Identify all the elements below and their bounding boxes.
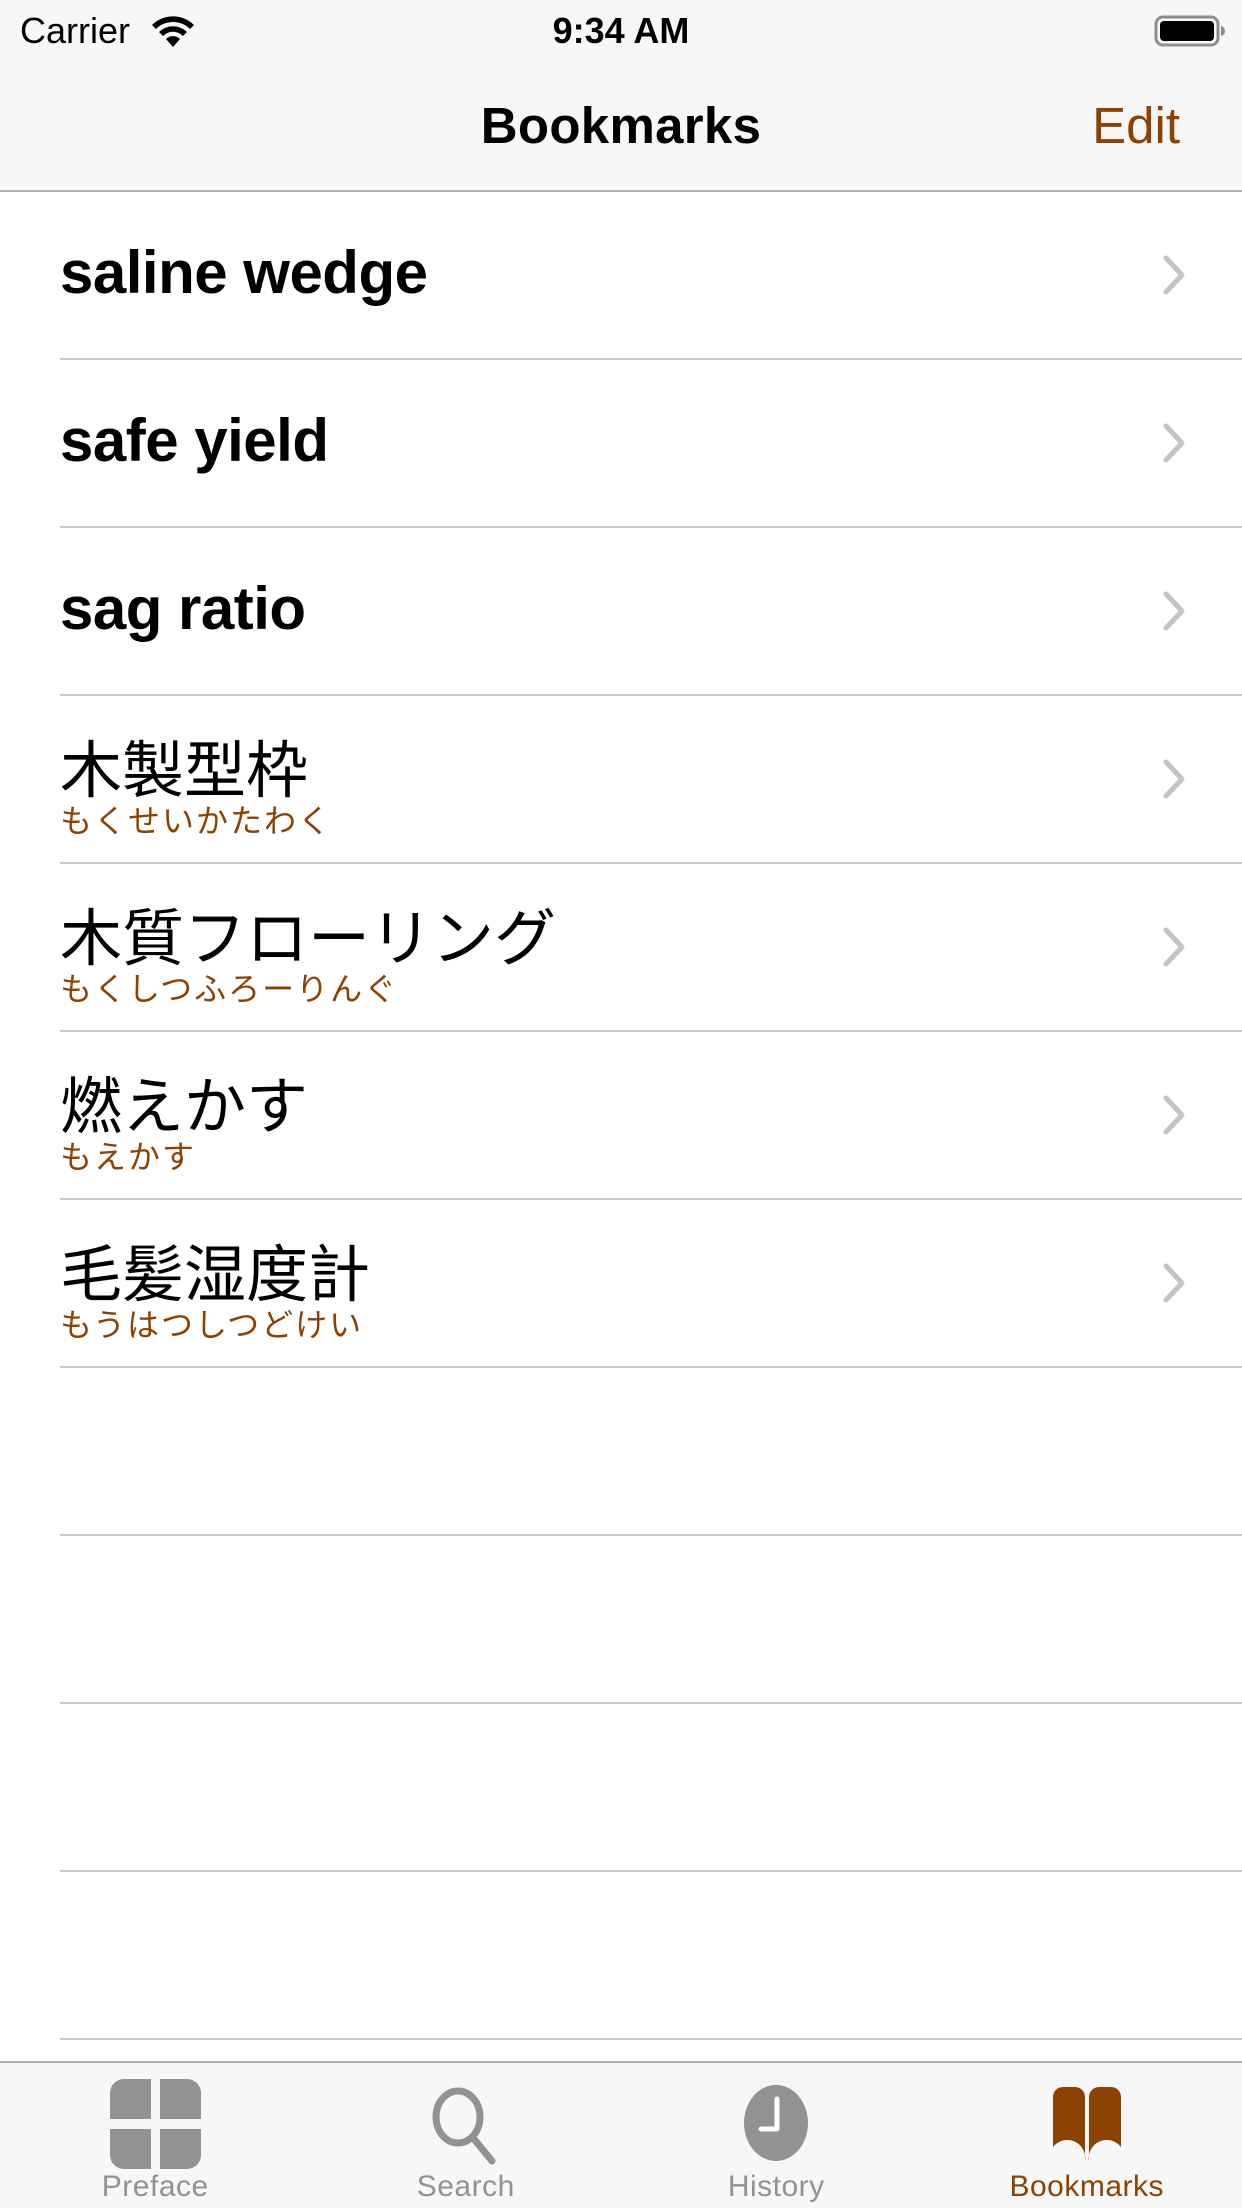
bookmark-reading: もうはつしつどけい xyxy=(60,1306,364,1344)
empty-row-separator xyxy=(60,1704,1242,1872)
tab-label: History xyxy=(727,2170,825,2203)
bookmark-row[interactable]: 木製型枠 もくせいかたわく xyxy=(60,696,1242,864)
chevron-right-icon xyxy=(1162,422,1186,464)
page-title: Bookmarks xyxy=(480,97,762,154)
preface-grid-icon xyxy=(107,2075,203,2171)
battery-full-icon xyxy=(1154,14,1226,48)
empty-row-separator xyxy=(60,1872,1242,2040)
edit-button[interactable]: Edit xyxy=(1092,96,1180,155)
search-icon xyxy=(418,2075,514,2171)
bookmark-term: safe yield xyxy=(60,407,329,474)
tab-bookmarks[interactable]: Bookmarks xyxy=(932,2063,1242,2208)
navigation-bar: Bookmarks Edit xyxy=(0,60,1242,192)
tab-search[interactable]: Search xyxy=(311,2063,622,2208)
chevron-right-icon xyxy=(1162,590,1186,632)
bookmark-term: sag ratio xyxy=(60,575,306,642)
bookmark-row[interactable]: sag ratio xyxy=(60,528,1242,696)
bookmark-term: saline wedge xyxy=(60,239,428,306)
chevron-right-icon xyxy=(1162,758,1186,800)
bookmark-list: saline wedge safe yield sag ratio 木製型枠 も… xyxy=(0,192,1242,2061)
empty-row-separator xyxy=(60,1536,1242,1704)
tab-history[interactable]: History xyxy=(621,2063,932,2208)
clock: 9:34 AM xyxy=(552,10,690,51)
chevron-right-icon xyxy=(1162,254,1186,296)
chevron-right-icon xyxy=(1162,1262,1186,1304)
chevron-right-icon xyxy=(1162,926,1186,968)
tab-label: Search xyxy=(416,2170,515,2203)
tab-label: Bookmarks xyxy=(1009,2170,1165,2203)
bookmark-reading: もくしつふろーりんぐ xyxy=(60,970,399,1008)
status-bar: Carrier 9:34 AM xyxy=(0,0,1242,60)
clock-icon xyxy=(728,2075,824,2171)
tab-bar: Preface Search History Bookmarks xyxy=(0,2061,1242,2208)
tab-preface[interactable]: Preface xyxy=(0,2063,311,2208)
empty-row-separator xyxy=(60,1368,1242,1536)
book-icon xyxy=(1039,2075,1135,2171)
bookmark-row[interactable]: 毛髪湿度計 もうはつしつどけい xyxy=(60,1200,1242,1368)
bookmark-reading: もくせいかたわく xyxy=(60,802,333,840)
tab-label: Preface xyxy=(101,2170,209,2203)
bookmark-row[interactable]: safe yield xyxy=(60,360,1242,528)
bookmark-row[interactable]: 木質フローリング もくしつふろーりんぐ xyxy=(60,864,1242,1032)
chevron-right-icon xyxy=(1162,1094,1186,1136)
bookmark-reading: もえかす xyxy=(60,1138,197,1176)
bookmark-row[interactable]: 燃えかす もえかす xyxy=(60,1032,1242,1200)
bookmark-row[interactable]: saline wedge xyxy=(60,192,1242,360)
